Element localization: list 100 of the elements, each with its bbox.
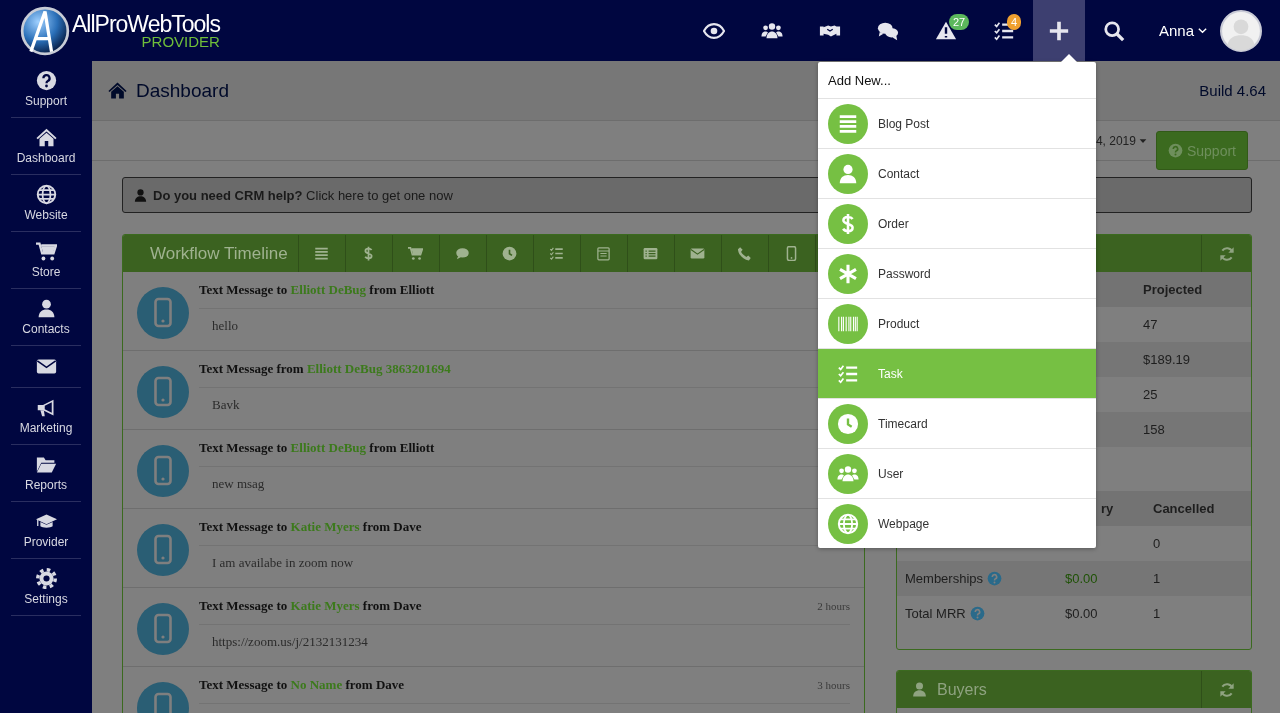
speech-bubble-icon (455, 246, 471, 261)
column-header: Cancelled (1152, 501, 1215, 516)
table-cell: $189.19 (1143, 352, 1190, 367)
gear-icon (35, 568, 57, 589)
sidebar-label: Marketing (19, 421, 73, 435)
menu-item[interactable]: Webpage (818, 499, 1096, 548)
list-card-icon (643, 246, 659, 261)
column-header: ry (1100, 501, 1115, 516)
sidebar-item[interactable]: Support (11, 61, 81, 118)
menu-item[interactable]: Blog Post (818, 99, 1096, 149)
checklist-icon (549, 246, 565, 261)
home-icon (35, 127, 57, 148)
message-text: hello (211, 317, 239, 335)
sidebar-label: Contacts (22, 322, 70, 336)
message-text: Bavk (211, 396, 241, 414)
count-badge: 27 (948, 14, 970, 30)
sidebar-label: Settings (24, 592, 68, 606)
sidebar-item[interactable]: Marketing (11, 388, 81, 445)
caret-icon (1137, 136, 1148, 146)
message-text: new msag (211, 475, 266, 493)
sidebar-item[interactable]: Settings (11, 559, 81, 616)
column-header: Projected (1143, 282, 1203, 297)
entry-title: Text Message to Katie Myers from Dave (199, 598, 422, 614)
globe-icon (828, 503, 868, 544)
mobile-phone-icon (137, 603, 189, 655)
plus-icon (1047, 19, 1070, 42)
entry-title: Text Message to Elliott DeBug from Elliott (199, 440, 435, 456)
table-cell: $0.00 (1065, 571, 1098, 586)
menu-item[interactable]: Timecard (818, 399, 1096, 449)
brand-subtitle: PROVIDER (141, 33, 220, 49)
sidebar-label: Reports (25, 478, 67, 492)
people-icon (828, 453, 868, 494)
table-cell: $0.00 (1065, 606, 1098, 621)
home-icon (108, 81, 127, 100)
sidebar-label: Website (24, 208, 68, 222)
sidebar-item[interactable]: Contacts (11, 289, 81, 346)
sidebar-item[interactable]: Store (11, 232, 81, 289)
clock-icon (828, 403, 868, 444)
person-icon (911, 681, 928, 698)
table-cell: 25 (1143, 387, 1158, 402)
person-icon (828, 153, 868, 194)
page-title: Dashboard (136, 79, 229, 102)
table-cell: 158 (1143, 422, 1165, 437)
sidebar-label: Dashboard (16, 151, 76, 165)
entry-title: Text Message to No Name from Dave (199, 677, 405, 693)
entry-title: Text Message to Elliott DeBug from Elliott (199, 282, 435, 298)
sidebar-item[interactable]: Reports (11, 445, 81, 502)
barcode-icon (828, 303, 868, 344)
mobile-phone-icon (137, 366, 189, 418)
brand-name: AllProWebTools (72, 12, 220, 36)
table-cell-text: 1 (1152, 606, 1161, 621)
phone-icon (737, 246, 753, 261)
sidebar-item[interactable]: Provider (11, 502, 81, 559)
plus-button[interactable] (1032, 0, 1085, 61)
question-icon (35, 70, 57, 91)
sidebar-label: Support (25, 94, 67, 108)
sidebar-item[interactable]: Dashboard (11, 118, 81, 175)
entry-time: 3 hours (817, 679, 850, 691)
calendar-icon (596, 246, 612, 261)
globe-icon (35, 184, 57, 205)
message-text: I am availabe in zoom now (211, 554, 355, 572)
question-icon (1167, 143, 1183, 158)
menu-heading: Add New... (818, 62, 1096, 99)
logo-icon (20, 5, 70, 56)
build-version: Build 4.64 (1199, 82, 1266, 99)
refresh-icon (1218, 681, 1235, 698)
chevron-icon (1197, 25, 1208, 36)
cart-icon (408, 246, 424, 261)
asterisk-icon (828, 253, 868, 294)
dollar-icon (828, 203, 868, 244)
date-range-dropdown[interactable]: 4, 2019 (1095, 134, 1148, 148)
search-icon (1102, 19, 1125, 42)
row-label: Total MRR (905, 606, 966, 621)
entry-title: Text Message from Elliott DeBug 3863201694 (199, 361, 451, 377)
panel-title: Workflow Timeline (123, 235, 299, 272)
lines-icon (828, 103, 868, 144)
menu-item[interactable]: User (818, 449, 1096, 499)
user-menu[interactable]: Anna (1142, 22, 1214, 39)
refresh-icon (1218, 245, 1235, 262)
megaphone-icon (35, 397, 57, 418)
sidebar-label: Provider (23, 535, 69, 549)
clock-icon (502, 246, 518, 261)
avatar[interactable] (1220, 9, 1262, 52)
count-badge: 4 (1006, 14, 1022, 30)
entry-title: Text Message to Katie Myers from Dave (199, 519, 422, 535)
menu-item[interactable]: Password (818, 249, 1096, 299)
mobile-phone-icon (137, 287, 189, 339)
cart-icon (35, 241, 57, 262)
sidebar-item[interactable]: Website (11, 175, 81, 232)
message-text: https://zoom.us/j/2132131234 (211, 633, 369, 651)
row-label: Memberships (905, 571, 984, 586)
sidebar-label: Store (31, 265, 61, 279)
list-icon (314, 246, 330, 261)
person-icon (133, 187, 148, 203)
menu-item[interactable]: Order (818, 199, 1096, 249)
table-cell-text: 1 (1152, 571, 1161, 586)
table-cell: 47 (1143, 317, 1158, 332)
menu-item[interactable]: Contact (818, 149, 1096, 199)
envelope-icon (690, 246, 706, 261)
entry-time: 2 hours (817, 600, 850, 612)
